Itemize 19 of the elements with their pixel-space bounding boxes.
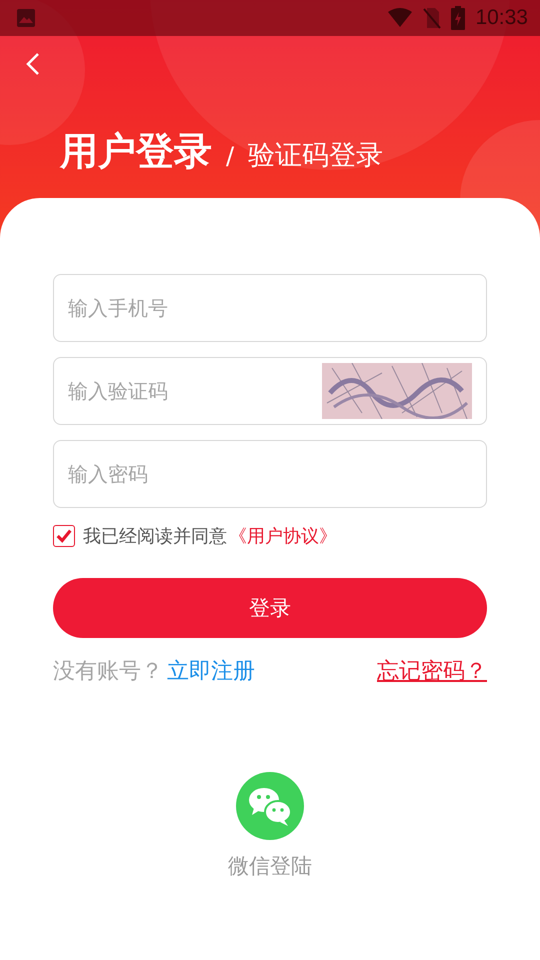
battery-icon (451, 6, 466, 30)
no-sim-icon (423, 7, 442, 29)
input-field[interactable]: 输入手机号 (53, 274, 487, 342)
clock-time: 10:33 (475, 6, 528, 30)
no-account-text: 没有账号？ (53, 658, 163, 686)
separator-text: / (226, 142, 234, 170)
back-icon[interactable] (26, 52, 40, 76)
user-agreement-link[interactable]: 《用户协议》 (229, 524, 337, 548)
wechat-login-label: 微信登陆 (228, 853, 312, 880)
agreement-checkbox[interactable] (53, 525, 75, 547)
login-button[interactable]: 登录 (53, 578, 487, 638)
input-field[interactable]: 输入密码 (53, 440, 487, 508)
image-icon (16, 8, 36, 28)
page-title: 用户登录 (60, 128, 212, 175)
wifi-icon (387, 8, 414, 28)
agreement-text: 我已经阅读并同意 (83, 525, 227, 548)
register-link[interactable]: 立即注册 (167, 656, 255, 686)
mode-tab[interactable]: 验证码登录 (248, 137, 384, 173)
forgot-password-link[interactable]: 忘记密码？ (377, 656, 487, 686)
